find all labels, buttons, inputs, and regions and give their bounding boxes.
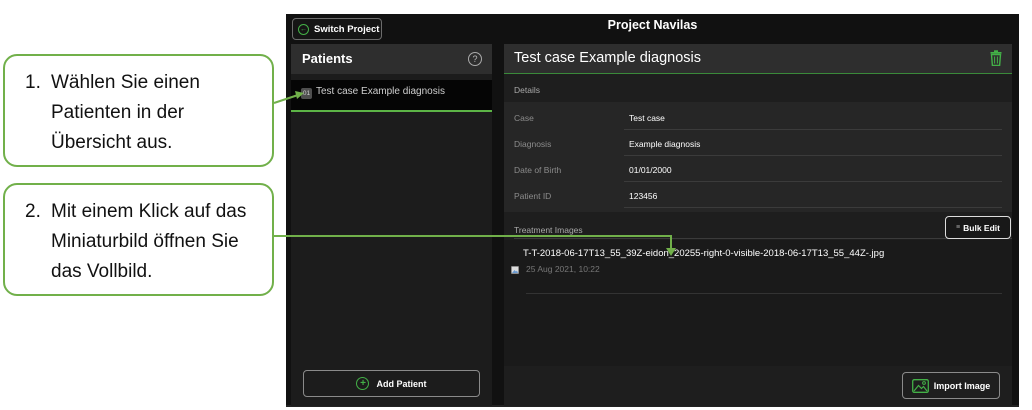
detail-key: Case — [514, 113, 534, 123]
item-divider — [526, 293, 1002, 294]
project-title: Project Navilas — [607, 18, 698, 32]
help-icon[interactable]: ? — [468, 52, 482, 66]
detail-value: Test case — [629, 113, 665, 123]
image-filename: T-T-2018-06-17T13_55_39Z-eidon_20255-rig… — [523, 248, 885, 259]
patients-header: Patients ? — [291, 44, 492, 74]
bulk-edit-button[interactable]: ≡ Bulk Edit — [945, 216, 1011, 239]
section-divider — [514, 238, 1012, 239]
patients-panel: Patients ? 01 Test case Example diagnosi… — [291, 44, 492, 406]
detail-row-date-of-birth: Date of Birth 01/01/2000 — [504, 156, 1012, 182]
detail-title: Test case Example diagnosis — [514, 50, 701, 66]
detail-key: Date of Birth — [514, 165, 562, 175]
details-table: Case Test case Diagnosis Example diagnos… — [504, 102, 1012, 212]
add-patient-label: Add Patient — [376, 378, 427, 389]
import-image-button[interactable]: Import Image — [902, 372, 1000, 399]
detail-row-patient-id: Patient ID 123456 — [504, 182, 1012, 208]
detail-header: Test case Example diagnosis — [504, 44, 1012, 74]
detail-row-case: Case Test case — [504, 104, 1012, 130]
import-image-label: Import Image — [933, 380, 991, 391]
treatment-images-label: Treatment Images — [514, 225, 583, 235]
detail-key: Patient ID — [514, 191, 552, 201]
broken-image-icon[interactable] — [511, 266, 519, 274]
detail-key: Diagnosis — [514, 139, 552, 149]
detail-value: Example diagnosis — [629, 139, 701, 149]
detail-footer: Import Image — [504, 366, 1012, 406]
detail-value: 123456 — [629, 191, 658, 201]
app-window: ← Switch Project Project Navilas Patient… — [286, 14, 1019, 407]
bulk-edit-label: Bulk Edit — [963, 222, 1000, 233]
image-date: 25 Aug 2021, 10:22 — [526, 264, 600, 274]
detail-value: 01/01/2000 — [629, 165, 672, 175]
treatment-image-item[interactable]: T-T-2018-06-17T13_55_39Z-eidon_20255-rig… — [504, 240, 1012, 296]
detail-row-diagnosis: Diagnosis Example diagnosis — [504, 130, 1012, 156]
row-divider — [624, 207, 1002, 208]
bulk-edit-icon: ≡ — [956, 224, 961, 231]
treatment-images-list: T-T-2018-06-17T13_55_39Z-eidon_20255-rig… — [504, 240, 1012, 366]
callout-text: Mit einem Klick auf das Miniaturbild öff… — [51, 201, 247, 282]
patient-list-item[interactable]: 01 Test case Example diagnosis — [291, 80, 492, 112]
trash-icon[interactable] — [990, 50, 1002, 66]
patient-index-badge: 01 — [301, 88, 312, 99]
patient-detail-panel: Test case Example diagnosis Details Case… — [504, 44, 1012, 406]
callout-text: Wählen Sie einen Patienten in der Übersi… — [51, 72, 200, 153]
callout-number: 2. — [25, 201, 41, 222]
instruction-callout-2: 2. Mit einem Klick auf das Miniaturbild … — [3, 183, 274, 296]
add-patient-button[interactable]: + Add Patient — [303, 370, 480, 397]
details-section-label: Details — [514, 85, 540, 95]
patient-name: Test case Example diagnosis — [316, 86, 445, 97]
callout-number: 1. — [25, 72, 41, 93]
instruction-callout-1: 1. Wählen Sie einen Patienten in der Übe… — [3, 54, 274, 167]
add-icon: + — [356, 377, 370, 390]
import-image-icon — [911, 378, 929, 393]
top-bar: ← Switch Project Project Navilas — [286, 14, 1019, 42]
patients-title: Patients — [302, 51, 353, 66]
